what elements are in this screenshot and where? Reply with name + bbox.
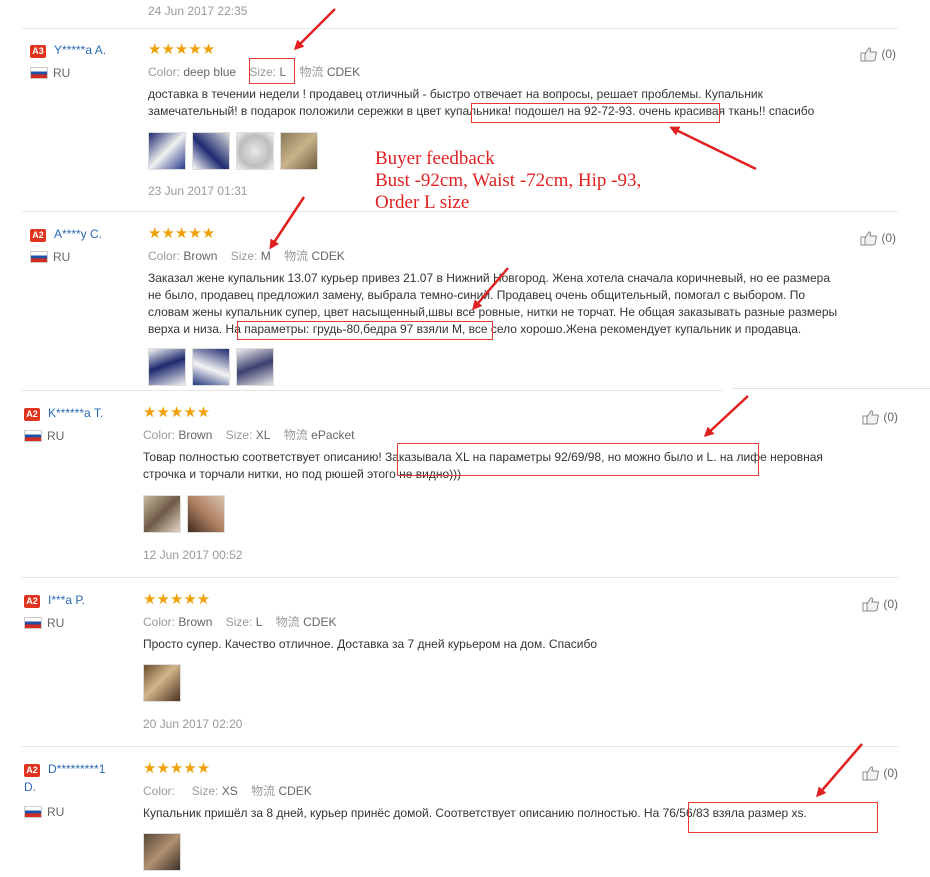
shipping-method: CDEK — [278, 784, 312, 798]
level-badge: A2 — [30, 229, 46, 242]
review-photo[interactable] — [187, 495, 225, 533]
helpful-button[interactable]: (0) — [862, 765, 898, 781]
review-photos — [143, 495, 225, 533]
arrow-icon — [669, 126, 757, 171]
russia-flag-icon — [30, 251, 48, 263]
order-color: deep blue — [183, 65, 237, 79]
shipping-method: ePacket — [311, 428, 355, 442]
order-info: Color: Brown Size: XL 物流 ePacket — [143, 428, 355, 442]
star-rating: ★★★★★ — [148, 225, 216, 242]
helpful-button[interactable]: (0) — [862, 596, 898, 612]
reviewer-country: RU — [53, 66, 71, 80]
star-rating: ★★★★★ — [143, 591, 211, 608]
russia-flag-icon — [24, 806, 42, 818]
reviewer-country: RU — [47, 429, 65, 443]
divider — [733, 388, 930, 389]
thumbs-up-icon — [860, 231, 878, 246]
helpful-button[interactable]: (0) — [860, 230, 896, 246]
arrow-icon — [816, 743, 863, 798]
shipping-method: CDEK — [311, 249, 345, 263]
level-badge: A2 — [24, 595, 40, 608]
level-badge: A2 — [24, 764, 40, 777]
order-color: Brown — [183, 249, 218, 263]
thumbs-up-icon — [860, 47, 878, 62]
order-color: Brown — [178, 615, 213, 629]
order-size: L — [255, 615, 263, 629]
star-rating: ★★★★★ — [148, 41, 216, 58]
thumbs-up-icon — [862, 766, 880, 781]
level-badge: A3 — [30, 45, 46, 58]
review-photos — [143, 833, 181, 871]
review-photo[interactable] — [143, 664, 181, 702]
review-date: 12 Jun 2017 00:52 — [143, 548, 243, 562]
review-photos — [143, 664, 181, 702]
divider — [22, 746, 898, 747]
feedback-callout: Buyer feedback Bust -92cm, Waist -72cm, … — [375, 148, 642, 213]
russia-flag-icon — [24, 617, 42, 629]
reviewer-name[interactable]: K******a T. — [48, 406, 103, 420]
divider — [22, 28, 898, 29]
star-rating: ★★★★★ — [143, 404, 211, 421]
annotation-box — [249, 58, 295, 84]
divider — [22, 390, 722, 391]
review-photos — [148, 348, 274, 386]
review-photo[interactable] — [148, 348, 186, 386]
annotation-box — [688, 802, 878, 833]
order-size: XS — [221, 784, 238, 798]
review-date: 23 Jun 2017 01:31 — [148, 184, 248, 198]
arrow-icon — [703, 395, 749, 438]
order-size: XL — [255, 428, 271, 442]
reviewer-name[interactable]: A****y C. — [54, 227, 102, 241]
review-photo[interactable] — [280, 132, 318, 170]
review-photo[interactable] — [192, 132, 230, 170]
reviewer-country: RU — [53, 250, 71, 264]
order-size: M — [260, 249, 271, 263]
review-photo[interactable] — [148, 132, 186, 170]
shipping-method: CDEK — [303, 615, 337, 629]
arrow-icon — [269, 196, 306, 250]
annotation-box — [471, 103, 720, 123]
order-info: Color: Brown Size: L 物流 CDEK — [143, 615, 337, 629]
annotation-box — [237, 321, 493, 340]
reviewer-name[interactable]: D*********1 — [48, 762, 105, 776]
thumbs-up-icon — [862, 410, 880, 425]
helpful-button[interactable]: (0) — [862, 409, 898, 425]
annotation-box — [397, 443, 759, 476]
divider — [22, 211, 898, 212]
reviewer-country: RU — [47, 805, 65, 819]
helpful-button[interactable]: (0) — [860, 46, 896, 62]
divider — [22, 577, 898, 578]
reviewer-name[interactable]: I***a P. — [48, 593, 85, 607]
reviewer-name-continued[interactable]: D. — [24, 780, 36, 794]
reviewer-country: RU — [47, 616, 65, 630]
review-photo[interactable] — [236, 348, 274, 386]
order-info: Color: Size: XS 物流 CDEK — [143, 784, 312, 798]
review-date: 20 Jun 2017 02:20 — [143, 717, 243, 731]
order-color: Brown — [178, 428, 213, 442]
thumbs-up-icon — [862, 597, 880, 612]
star-rating: ★★★★★ — [143, 760, 211, 777]
review-text: Просто супер. Качество отличное. Доставк… — [143, 637, 597, 651]
russia-flag-icon — [30, 67, 48, 79]
review-photo[interactable] — [192, 348, 230, 386]
reviewer-name[interactable]: Y*****a A. — [54, 43, 106, 57]
order-info: Color: Brown Size: M 物流 CDEK — [148, 249, 345, 263]
review-photo[interactable] — [143, 833, 181, 871]
level-badge: A2 — [24, 408, 40, 421]
review-photos — [148, 132, 318, 170]
shipping-method: CDEK — [326, 65, 361, 79]
russia-flag-icon — [24, 430, 42, 442]
review-photo[interactable] — [236, 132, 274, 170]
review-photo[interactable] — [143, 495, 181, 533]
review-date: 24 Jun 2017 22:35 — [148, 4, 248, 18]
